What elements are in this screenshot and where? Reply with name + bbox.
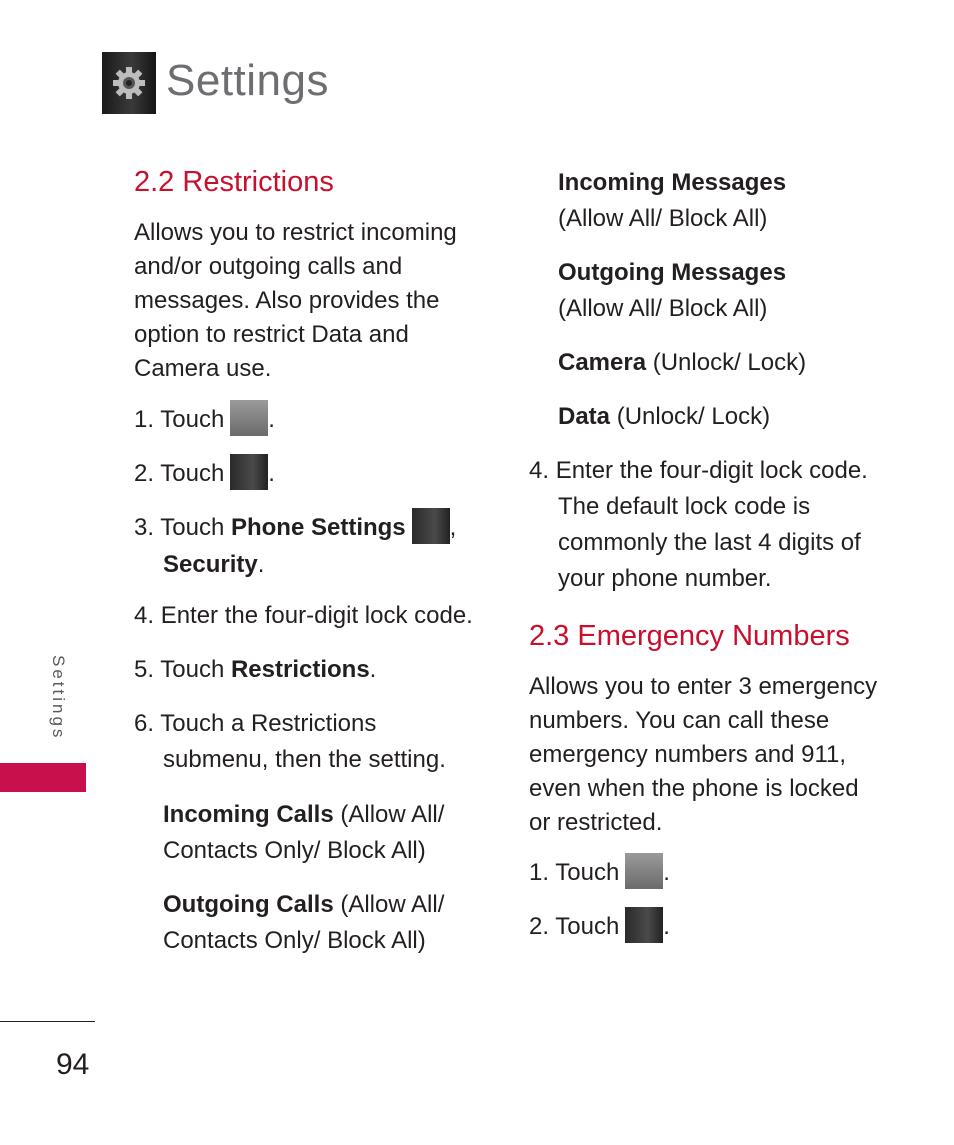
option-data: Data (Unlock/ Lock) — [558, 403, 771, 430]
page-number: 94 — [56, 1048, 90, 1081]
apps-grid-icon — [230, 399, 269, 436]
phone-settings-icon — [411, 507, 450, 544]
gear-icon — [113, 67, 145, 99]
step-4-lock-code: 4. Enter the four-digit lock code. The d… — [529, 457, 868, 592]
emergency-intro: Allows you to enter 3 emergency numbers.… — [529, 673, 878, 836]
step-6: 6. Touch a Restrictions submenu, then th… — [134, 710, 446, 773]
step-2: 2. Touch. — [134, 453, 275, 493]
step-1: 1. Touch. — [134, 399, 275, 439]
side-tab-marker — [0, 763, 86, 792]
emergency-step-1: 1. Touch. — [529, 852, 670, 892]
option-incoming-messages: Incoming Messages (Allow All/ Block All) — [558, 169, 787, 232]
option-outgoing-messages: Outgoing Messages (Allow All/ Block All) — [558, 259, 787, 322]
step-4: 4. Enter the four-digit lock code. — [134, 602, 473, 629]
restrictions-intro: Allows you to restrict incoming and/or o… — [134, 219, 457, 382]
page-title: Settings — [166, 56, 329, 105]
option-outgoing-calls: Outgoing Calls (Allow All/ Contacts Only… — [163, 891, 445, 954]
gear-icon — [625, 906, 664, 943]
settings-title-icon — [102, 52, 156, 114]
option-camera: Camera (Unlock/ Lock) — [558, 349, 807, 376]
footer-divider — [0, 1021, 95, 1022]
option-incoming-calls: Incoming Calls (Allow All/ Contacts Only… — [163, 801, 445, 864]
apps-grid-icon — [625, 852, 664, 889]
emergency-step-2: 2. Touch. — [529, 906, 670, 946]
section-title-restrictions: 2.2 Restrictions — [134, 166, 334, 198]
step-5: 5. Touch Restrictions. — [134, 656, 377, 683]
gear-icon — [230, 453, 269, 490]
side-tab-label: Settings — [49, 655, 68, 741]
step-3: 3. Touch Phone Settings, Security. — [134, 507, 474, 583]
section-title-emergency: 2.3 Emergency Numbers — [529, 620, 850, 652]
